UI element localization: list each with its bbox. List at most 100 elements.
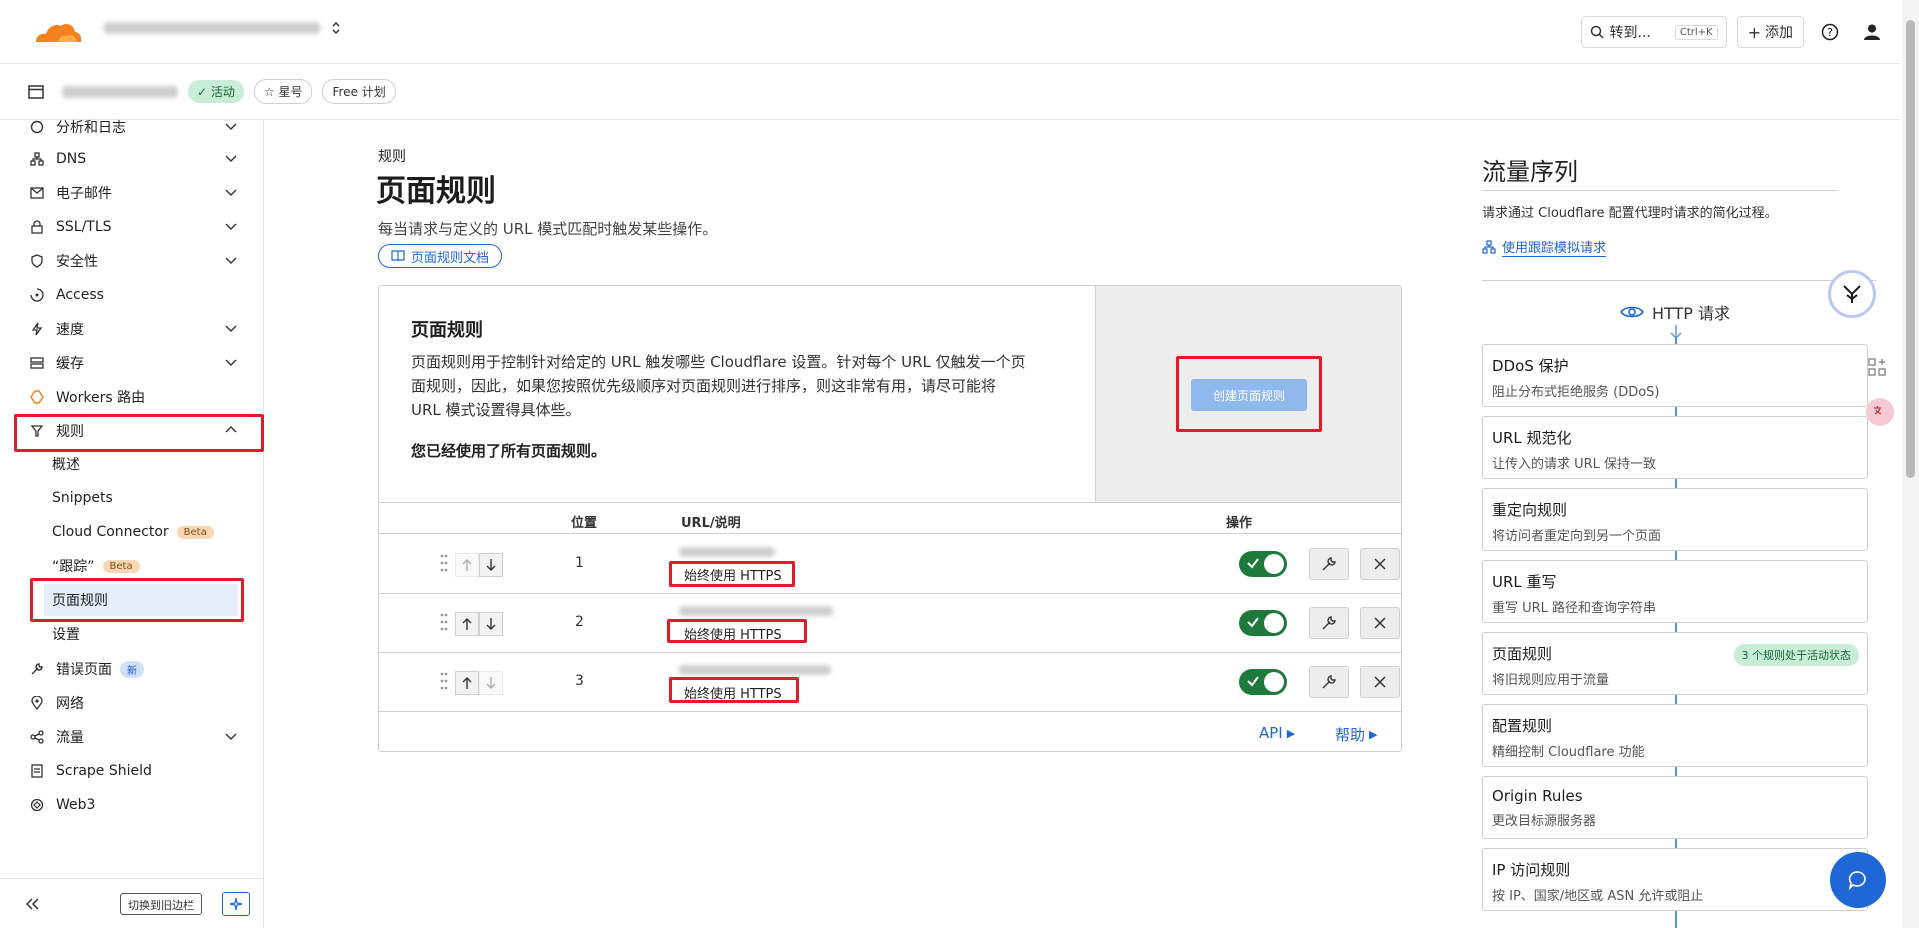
sidebar-item-error-pages[interactable]: 错误页面 新 xyxy=(14,652,260,686)
cloudflare-logo[interactable] xyxy=(28,18,82,46)
goto-label: 转到... xyxy=(1609,25,1651,41)
sidebar-subitem-overview[interactable]: 概述 xyxy=(44,448,80,480)
sidebar-item-web3[interactable]: Web3 xyxy=(14,788,260,822)
edit-rule-button[interactable] xyxy=(1309,548,1349,580)
rule-position: 2 xyxy=(575,614,584,630)
user-menu-button[interactable] xyxy=(1856,16,1888,48)
flow-card-page-rules[interactable]: 页面规则 将旧规则应用于流量 3 个规则处于活动状态 xyxy=(1482,632,1868,695)
side-tool-button[interactable] xyxy=(1866,356,1894,384)
panel-intro: 页面规则 页面规则用于控制针对给定的 URL 触发哪些 Cloudflare 设… xyxy=(379,286,1401,503)
flow-card-ddos[interactable]: DDoS 保护 阻止分布式拒绝服务 (DDoS) xyxy=(1482,344,1868,407)
sidebar-item-ssl[interactable]: SSL/TLS xyxy=(14,210,260,244)
zone-bar: ✓ 活动 ☆ 星号 Free 计划 xyxy=(0,64,1900,120)
sidebar-item-label: 分析和日志 xyxy=(56,120,126,136)
zone-name[interactable] xyxy=(62,85,178,98)
sidebar-item-traffic[interactable]: 流量 xyxy=(14,720,260,754)
drag-handle-icon[interactable] xyxy=(439,612,449,632)
rule-enabled-toggle[interactable] xyxy=(1239,610,1287,636)
sidebar-item-dns[interactable]: DNS xyxy=(14,142,260,176)
sidebar-subitem-trace[interactable]: “跟踪” Beta xyxy=(44,550,140,582)
sidebar-item-analytics[interactable]: 分析和日志 xyxy=(14,110,260,144)
move-down-button[interactable] xyxy=(479,612,503,636)
switch-sidebar-button[interactable]: 切换到旧边栏 xyxy=(120,893,202,915)
chevron-down-icon xyxy=(225,733,237,740)
add-button[interactable]: + 添加 xyxy=(1736,16,1804,48)
help-button[interactable]: ? xyxy=(1814,16,1846,48)
rule-enabled-toggle[interactable] xyxy=(1239,551,1287,577)
goto-search-button[interactable]: 转到... Ctrl+K xyxy=(1580,16,1727,48)
drag-handle-icon[interactable] xyxy=(439,553,449,573)
table-header: 位置 URL/说明 操作 xyxy=(379,504,1401,534)
email-icon xyxy=(28,184,46,202)
translate-button[interactable] xyxy=(1866,398,1894,426)
move-down-button[interactable] xyxy=(479,671,503,695)
api-link[interactable]: API ▶ xyxy=(1259,724,1295,742)
delete-rule-button[interactable] xyxy=(1360,666,1400,698)
chevron-down-icon xyxy=(225,123,237,130)
sparkle-button[interactable] xyxy=(222,892,250,916)
ai-assistant-button[interactable] xyxy=(1828,270,1876,318)
edit-rule-button[interactable] xyxy=(1309,666,1349,698)
move-up-button[interactable] xyxy=(455,671,479,695)
rule-enabled-toggle[interactable] xyxy=(1239,669,1287,695)
sidebar-item-access[interactable]: Access xyxy=(14,278,260,312)
beta-badge: Beta xyxy=(176,525,214,539)
sidebar-subitem-snippets[interactable]: Snippets xyxy=(44,482,113,514)
delete-rule-button[interactable] xyxy=(1360,607,1400,639)
main-content: 规则 页面规则 每当请求与定义的 URL 模式匹配时触发某些操作。 页面规则文档… xyxy=(264,120,1454,928)
breadcrumb[interactable]: 规则 xyxy=(378,146,406,166)
plan-badge[interactable]: Free 计划 xyxy=(322,79,396,104)
sidebar-item-speed[interactable]: 速度 xyxy=(14,312,260,346)
sidebar-subitem-page-rules[interactable]: 页面规则 xyxy=(44,584,238,616)
scrollbar-thumb[interactable] xyxy=(1906,20,1915,478)
trace-link[interactable]: 使用跟踪模拟请求 xyxy=(1482,237,1607,257)
chevron-down-icon xyxy=(225,257,237,264)
collapse-sidebar-icon[interactable] xyxy=(24,897,40,911)
flow-card-redirect-rules[interactable]: 重定向规则 将访问者重定向到另一个页面 xyxy=(1482,488,1868,551)
flow-card-origin-rules[interactable]: Origin Rules 更改目标源服务器 xyxy=(1482,776,1868,839)
page-rules-panel: 页面规则 页面规则用于控制针对给定的 URL 触发哪些 Cloudflare 设… xyxy=(378,285,1402,752)
add-label: 添加 xyxy=(1765,25,1793,41)
flow-card-config-rules[interactable]: 配置规则 精细控制 Cloudflare 功能 xyxy=(1482,704,1868,767)
sidebar-item-workers-routes[interactable]: Workers 路由 xyxy=(14,380,260,414)
arrow-up-icon xyxy=(462,559,472,571)
check-icon xyxy=(1247,617,1259,628)
arrow-down-icon xyxy=(486,618,496,630)
check-icon xyxy=(1247,558,1259,569)
star-button[interactable]: ☆ 星号 xyxy=(253,79,313,104)
delete-rule-button[interactable] xyxy=(1360,548,1400,580)
dns-icon xyxy=(28,150,46,168)
wrench-icon xyxy=(28,660,46,678)
arrow-up-icon xyxy=(462,677,472,689)
chevron-down-icon xyxy=(225,189,237,196)
flow-card-url-rewrite[interactable]: URL 重写 重写 URL 路径和查询字符串 xyxy=(1482,560,1868,623)
move-up-button[interactable] xyxy=(455,553,479,577)
rules-icon xyxy=(28,422,46,440)
help-link[interactable]: 帮助 ▶ xyxy=(1335,724,1377,745)
sidebar-subitem-settings[interactable]: 设置 xyxy=(44,618,80,650)
move-up-button[interactable] xyxy=(455,612,479,636)
sidebar-item-scrape-shield[interactable]: Scrape Shield xyxy=(14,754,260,788)
web3-icon xyxy=(28,796,46,814)
flow-card-ip-access-rules[interactable]: IP 访问规则按 IP、国家/地区或 ASN 允许或阻止 xyxy=(1482,848,1868,911)
arrow-up-icon xyxy=(462,618,472,630)
page-scrollbar[interactable] xyxy=(1902,0,1919,928)
sidebar-item-network[interactable]: 网络 xyxy=(14,686,260,720)
account-switcher[interactable] xyxy=(104,21,342,35)
sidebar-item-caching[interactable]: 缓存 xyxy=(14,346,260,380)
sidebar-item-rules[interactable]: 规则 xyxy=(14,414,260,448)
traffic-sequence: 流量序列 请求通过 Cloudflare 配置代理时请求的简化过程。 使用跟踪模… xyxy=(1454,120,1900,928)
create-page-rule-button[interactable]: 创建页面规则 xyxy=(1191,379,1307,411)
wrench-icon xyxy=(1322,616,1336,630)
drag-handle-icon[interactable] xyxy=(439,671,449,691)
rule-description: 始终使用 HTTPS xyxy=(684,628,782,643)
move-down-button[interactable] xyxy=(479,553,503,577)
flow-card-url-normalization[interactable]: URL 规范化 让传入的请求 URL 保持一致 xyxy=(1482,416,1868,479)
sidebar-item-email[interactable]: 电子邮件 xyxy=(14,176,260,210)
sidebar-subitem-cloud-connector[interactable]: Cloud Connector Beta xyxy=(44,516,214,548)
page-rules-docs-button[interactable]: 页面规则文档 xyxy=(378,244,503,268)
chat-support-button[interactable] xyxy=(1830,852,1886,908)
sidebar-item-security[interactable]: 安全性 xyxy=(14,244,260,278)
page-title: 页面规则 xyxy=(376,174,496,209)
edit-rule-button[interactable] xyxy=(1309,607,1349,639)
